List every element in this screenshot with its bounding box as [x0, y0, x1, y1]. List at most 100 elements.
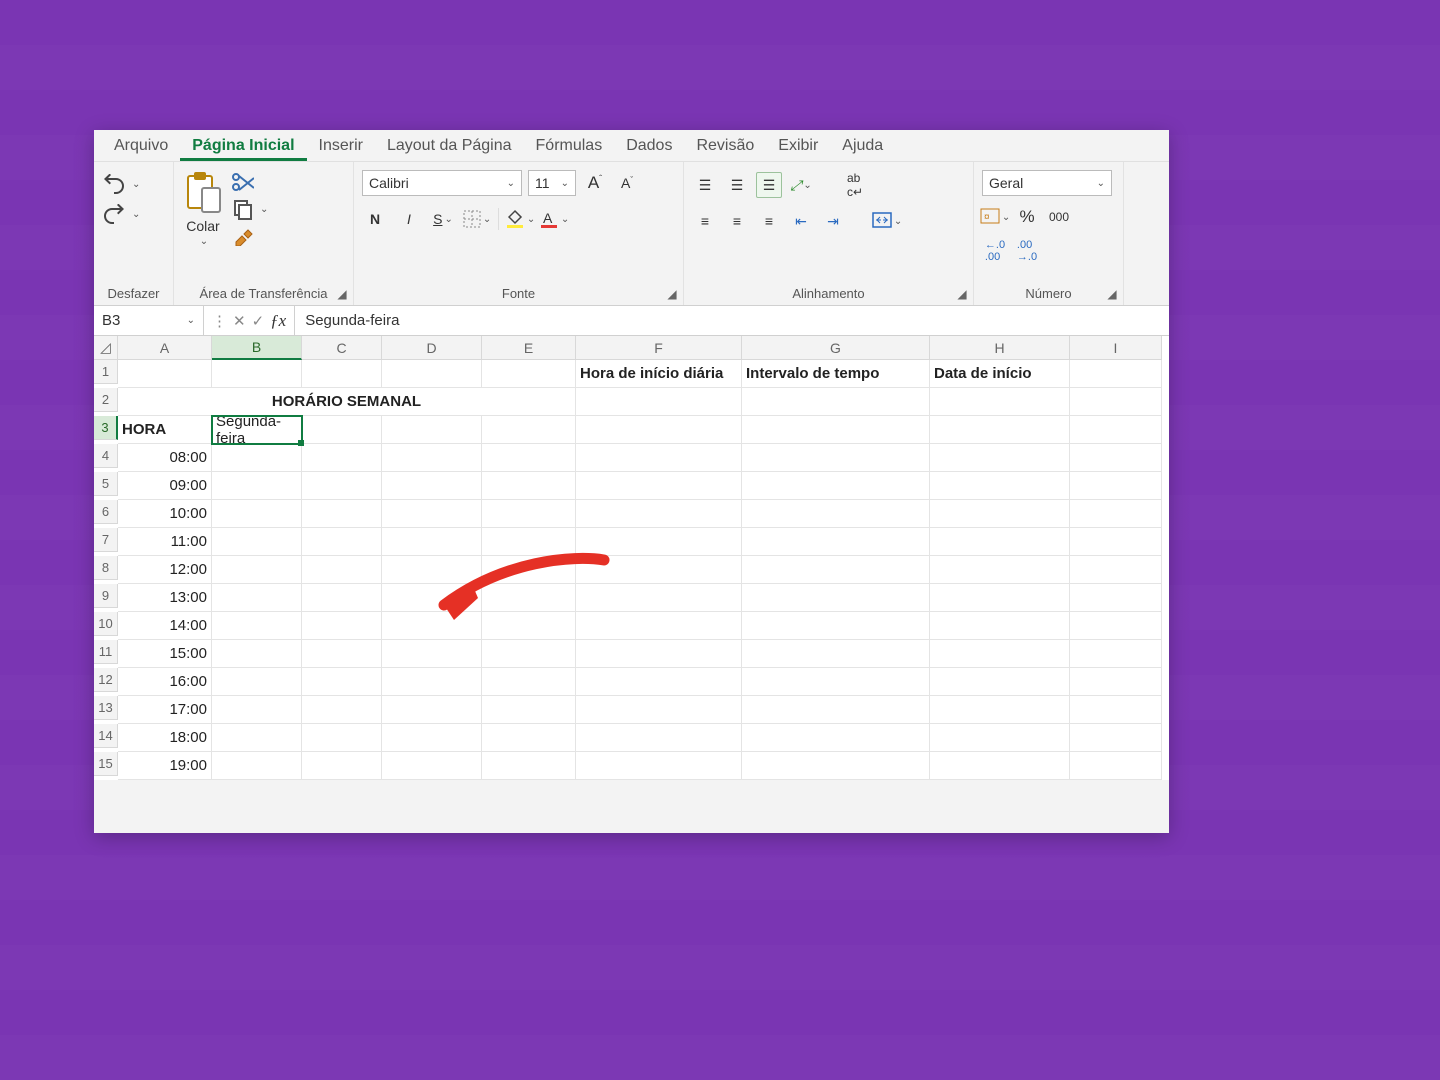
- cell[interactable]: [930, 472, 1070, 500]
- align-center-button[interactable]: ≡: [724, 208, 750, 234]
- cell[interactable]: [212, 696, 302, 724]
- col-header-B[interactable]: B: [212, 336, 302, 360]
- row-header[interactable]: 1: [94, 360, 118, 384]
- cell[interactable]: [576, 584, 742, 612]
- cell[interactable]: [382, 528, 482, 556]
- cell[interactable]: [742, 500, 930, 528]
- orientation-button[interactable]: ⤢⌄: [788, 172, 814, 198]
- cell[interactable]: [1070, 528, 1162, 556]
- cell[interactable]: [212, 668, 302, 696]
- cell[interactable]: 16:00: [118, 668, 212, 696]
- cell[interactable]: [382, 584, 482, 612]
- col-header-C[interactable]: C: [302, 336, 382, 360]
- increase-font-button[interactable]: Aˆ: [582, 170, 608, 196]
- cell[interactable]: [930, 528, 1070, 556]
- cell[interactable]: [212, 640, 302, 668]
- decrease-indent-button[interactable]: ⇤: [788, 208, 814, 234]
- cell[interactable]: [212, 724, 302, 752]
- align-right-button[interactable]: ≡: [756, 208, 782, 234]
- cell[interactable]: 12:00: [118, 556, 212, 584]
- cell[interactable]: [576, 416, 742, 444]
- tab-revisao[interactable]: Revisão: [684, 131, 766, 161]
- insert-function-button[interactable]: ƒx: [270, 311, 286, 331]
- row-header[interactable]: 10: [94, 612, 118, 636]
- cell[interactable]: [576, 388, 742, 416]
- cell[interactable]: [1070, 640, 1162, 668]
- fill-color-button[interactable]: ⌄: [507, 206, 533, 232]
- cell[interactable]: [930, 444, 1070, 472]
- accept-formula-button[interactable]: ✓: [252, 312, 265, 330]
- cell[interactable]: [930, 584, 1070, 612]
- cell[interactable]: [382, 500, 482, 528]
- cell[interactable]: 08:00: [118, 444, 212, 472]
- cell[interactable]: 13:00: [118, 584, 212, 612]
- cell[interactable]: [930, 388, 1070, 416]
- cell[interactable]: [576, 696, 742, 724]
- cell[interactable]: Hora de início diária: [576, 360, 742, 388]
- row-header[interactable]: 7: [94, 528, 118, 552]
- cell[interactable]: [576, 528, 742, 556]
- cell[interactable]: [930, 668, 1070, 696]
- accounting-format-button[interactable]: ¤ ⌄: [982, 204, 1008, 230]
- row-header[interactable]: 12: [94, 668, 118, 692]
- tab-dados[interactable]: Dados: [614, 131, 684, 161]
- cell[interactable]: 11:00: [118, 528, 212, 556]
- row-header[interactable]: 8: [94, 556, 118, 580]
- cell[interactable]: [482, 668, 576, 696]
- decrease-decimal-button[interactable]: .00→.0: [1014, 238, 1040, 264]
- clipboard-dialog-launcher-icon[interactable]: ◢: [335, 287, 349, 301]
- cell[interactable]: [576, 752, 742, 780]
- cell[interactable]: [742, 444, 930, 472]
- cell[interactable]: [1070, 584, 1162, 612]
- cell[interactable]: [576, 444, 742, 472]
- cell[interactable]: 09:00: [118, 472, 212, 500]
- cell[interactable]: [576, 472, 742, 500]
- align-middle-button[interactable]: ☰: [724, 172, 750, 198]
- paste-button[interactable]: Colar ⌄: [182, 168, 224, 247]
- cell[interactable]: [482, 472, 576, 500]
- cell[interactable]: [212, 752, 302, 780]
- cell[interactable]: 19:00: [118, 752, 212, 780]
- cell[interactable]: [302, 584, 382, 612]
- cell[interactable]: Data de início: [930, 360, 1070, 388]
- cell[interactable]: [742, 388, 930, 416]
- cell[interactable]: [742, 584, 930, 612]
- underline-button[interactable]: S⌄: [430, 206, 456, 232]
- cell[interactable]: [930, 696, 1070, 724]
- cell[interactable]: [1070, 360, 1162, 388]
- percent-button[interactable]: %: [1014, 204, 1040, 230]
- cell[interactable]: [1070, 416, 1162, 444]
- align-dialog-launcher-icon[interactable]: ◢: [955, 287, 969, 301]
- cell[interactable]: [1070, 444, 1162, 472]
- row-header[interactable]: 11: [94, 640, 118, 664]
- row-header[interactable]: 2: [94, 388, 118, 412]
- cell[interactable]: [212, 528, 302, 556]
- name-box[interactable]: B3 ⌄: [94, 306, 204, 335]
- cell[interactable]: [212, 612, 302, 640]
- cell[interactable]: 15:00: [118, 640, 212, 668]
- spreadsheet-grid[interactable]: ◿ A B C D E F G H I 1Hora de início diár…: [94, 336, 1169, 780]
- tab-inserir[interactable]: Inserir: [307, 131, 375, 161]
- tab-ajuda[interactable]: Ajuda: [830, 131, 895, 161]
- cell[interactable]: [930, 724, 1070, 752]
- row-header[interactable]: 14: [94, 724, 118, 748]
- cut-button[interactable]: [232, 172, 268, 194]
- redo-button[interactable]: ⌄: [102, 204, 140, 224]
- cell[interactable]: [212, 360, 302, 388]
- tab-pagina-inicial[interactable]: Página Inicial: [180, 131, 306, 161]
- cell[interactable]: [930, 752, 1070, 780]
- font-color-button[interactable]: A ⌄: [541, 206, 567, 232]
- cell[interactable]: [482, 724, 576, 752]
- row-header[interactable]: 6: [94, 500, 118, 524]
- cell[interactable]: [382, 556, 482, 584]
- cell[interactable]: [382, 724, 482, 752]
- cell[interactable]: [302, 696, 382, 724]
- cell[interactable]: [482, 584, 576, 612]
- cell[interactable]: [118, 360, 212, 388]
- col-header-D[interactable]: D: [382, 336, 482, 360]
- comma-style-button[interactable]: 000: [1046, 204, 1072, 230]
- col-header-I[interactable]: I: [1070, 336, 1162, 360]
- cell[interactable]: [1070, 668, 1162, 696]
- cell[interactable]: [742, 472, 930, 500]
- cell[interactable]: [482, 556, 576, 584]
